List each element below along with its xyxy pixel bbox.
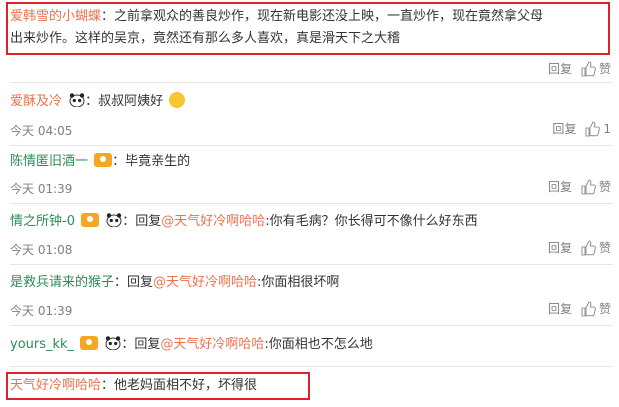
divider xyxy=(10,264,613,265)
comment-actions: 回复 赞 xyxy=(548,239,611,256)
thumbs-up-icon xyxy=(581,239,596,256)
like-count: 1 xyxy=(603,121,611,136)
comment-body: :你有毛病？你长得可不像什么好东西 xyxy=(265,214,478,229)
like-label: 赞 xyxy=(598,302,611,316)
comment-username[interactable]: 爱韩雪的小蝴蝶 xyxy=(10,9,101,24)
divider xyxy=(10,203,613,204)
comment-body: :你面相也不怎么地 xyxy=(264,337,373,352)
comment-text: 陈情匿旧酒一 ：毕竟亲生的 xyxy=(10,153,190,171)
comment-username[interactable]: 爱酥及冷 xyxy=(10,94,62,109)
mention-link[interactable]: @天气好冷啊哈哈 xyxy=(153,275,257,290)
comment-actions: 回复 1 xyxy=(552,120,611,137)
divider xyxy=(10,82,613,83)
comment-username[interactable]: 陈情匿旧酒一 xyxy=(10,154,88,169)
comment-username[interactable]: 情之所钟-0 xyxy=(10,214,75,229)
reply-button[interactable]: 回复 xyxy=(548,60,572,77)
comment-time: 今天 04:05 xyxy=(10,124,73,138)
thumbs-up-icon xyxy=(581,300,596,317)
kiss-emoji-icon xyxy=(169,92,186,108)
comment-username[interactable]: 是救兵请来的猴子 xyxy=(10,275,114,290)
member-badge-icon xyxy=(80,336,99,350)
thumbs-up-icon xyxy=(581,60,596,77)
member-badge-icon xyxy=(81,213,100,227)
panda-icon xyxy=(106,213,122,227)
reply-prefix: ：回复 xyxy=(122,214,162,229)
reply-button[interactable]: 回复 xyxy=(548,178,572,195)
mention-link[interactable]: @天气好冷啊哈哈 xyxy=(160,337,264,352)
comment-actions: 回复 赞 xyxy=(548,60,611,77)
comment-text: 爱韩雪的小蝴蝶：之前拿观众的善良炒作，现在新电影还没上映，一直炒作，现在竟然拿父… xyxy=(10,8,543,26)
comment-body: ：之前拿观众的善良炒作，现在新电影还没上映，一直炒作，现在竟然拿父母 xyxy=(101,9,544,24)
reply-button[interactable]: 回复 xyxy=(548,239,572,256)
reply-button[interactable]: 回复 xyxy=(552,120,576,137)
like-button[interactable]: 赞 xyxy=(580,300,611,317)
comment-time: 今天 01:39 xyxy=(10,182,73,196)
comment-text: 天气好冷啊哈哈：他老妈面相不好，坏得很 xyxy=(10,377,257,395)
comment-time: 今天 01:08 xyxy=(10,243,73,257)
comment-body-continued: 出来炒作。这样的吴京，竟然还有那么多人喜欢，真是滑天下之大稽 xyxy=(10,31,401,46)
reply-button[interactable]: 回复 xyxy=(548,300,572,317)
comment-body: ：他老妈面相不好，坏得很 xyxy=(101,378,258,393)
comment-text: 是救兵请来的猴子：回复@天气好冷啊哈哈:你面相很坏啊 xyxy=(10,274,339,292)
comment-actions: 回复 赞 xyxy=(548,300,611,317)
like-button[interactable]: 1 xyxy=(584,120,611,137)
comment-text: 情之所钟-0 ：回复@天气好冷啊哈哈:你有毛病？你长得可不像什么好东西 xyxy=(10,213,478,231)
comment-body: ：毕竟亲生的 xyxy=(112,154,191,169)
comment-text-continued: 出来炒作。这样的吴京，竟然还有那么多人喜欢，真是滑天下之大稽 xyxy=(10,30,400,48)
panda-icon xyxy=(69,93,85,107)
like-label: 赞 xyxy=(598,241,611,255)
reply-prefix: ：回复 xyxy=(121,337,161,352)
divider xyxy=(10,325,613,326)
like-button[interactable]: 赞 xyxy=(580,60,611,77)
comment-body: ：叔叔阿姨好 xyxy=(85,94,164,109)
comment-actions: 回复 赞 xyxy=(548,178,611,195)
comment-body: :你面相很坏啊 xyxy=(257,275,340,290)
like-button[interactable]: 赞 xyxy=(580,239,611,256)
member-badge-icon xyxy=(94,153,113,167)
like-label: 赞 xyxy=(598,180,611,194)
comment-username[interactable]: 天气好冷啊哈哈 xyxy=(10,378,101,393)
reply-prefix: ：回复 xyxy=(114,275,154,290)
divider xyxy=(10,145,613,146)
panda-icon xyxy=(105,336,121,350)
like-button[interactable]: 赞 xyxy=(580,178,611,195)
mention-link[interactable]: @天气好冷啊哈哈 xyxy=(161,214,265,229)
divider xyxy=(10,366,613,367)
thumbs-up-icon xyxy=(585,120,601,137)
like-label: 赞 xyxy=(598,62,611,76)
comment-text: yours_kk_ ：回复@天气好冷啊哈哈:你面相也不怎么地 xyxy=(10,336,373,354)
thumbs-up-icon xyxy=(581,178,596,195)
comment-username[interactable]: yours_kk_ xyxy=(10,337,74,352)
comment-time: 今天 01:39 xyxy=(10,304,73,318)
comment-text: 爱酥及冷 ：叔叔阿姨好 xyxy=(10,92,186,111)
